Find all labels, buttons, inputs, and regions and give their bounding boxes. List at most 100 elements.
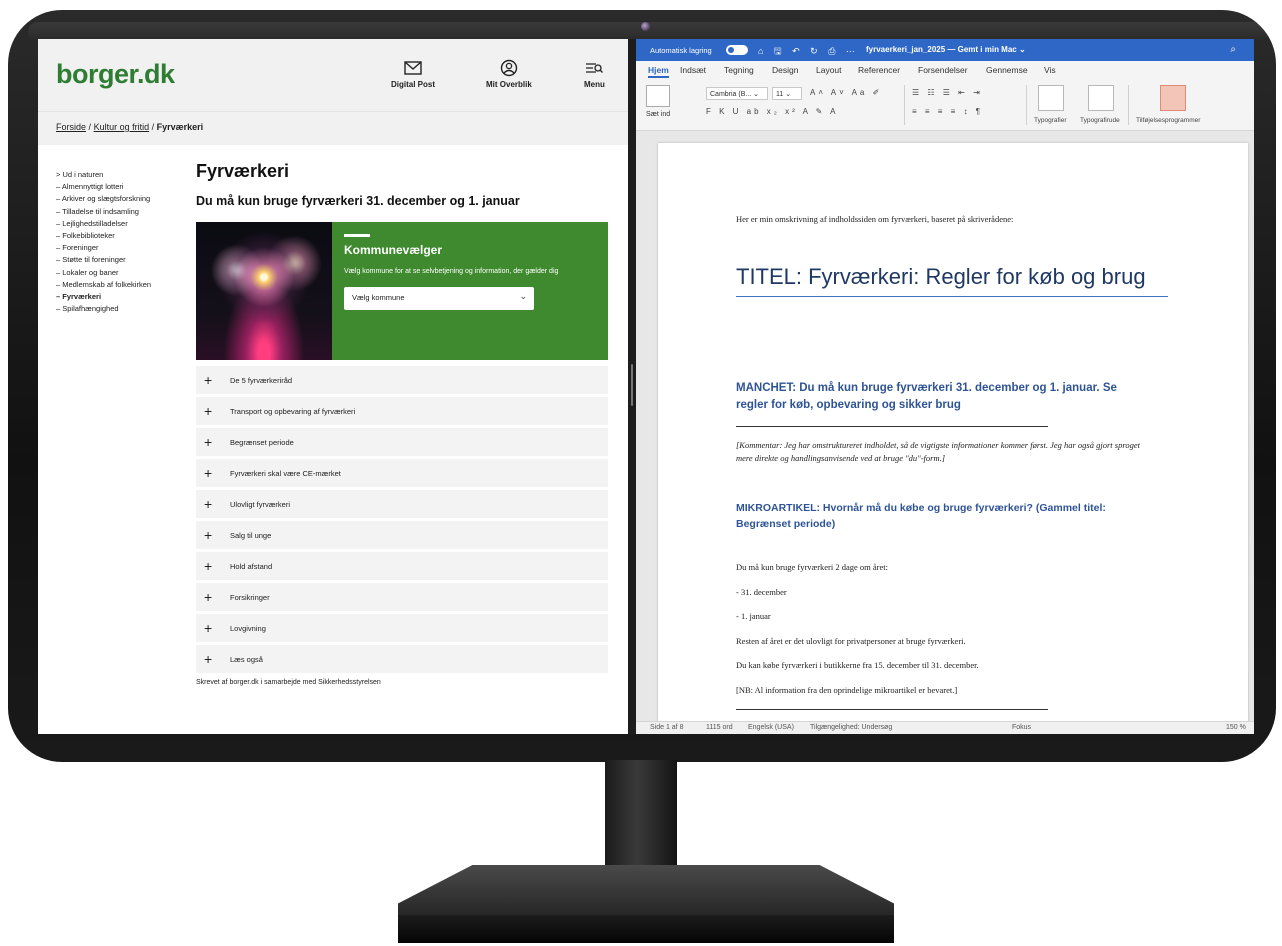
page-count[interactable]: Side 1 af 8 — [650, 724, 683, 731]
accordion-item[interactable]: + Forsikringer — [196, 583, 608, 611]
kommune-selector: Kommunevælger Vælg kommune for at se sel… — [332, 222, 608, 360]
tab-referencer[interactable]: Referencer — [858, 65, 900, 75]
accordion-item-label: Hold afstand — [230, 561, 273, 571]
fireworks-image — [196, 222, 332, 360]
side-nav-item[interactable]: – Spilafhængighed — [56, 303, 186, 315]
accordion-item[interactable]: + Lovgivning — [196, 614, 608, 642]
tab-layout[interactable]: Layout — [816, 65, 842, 75]
autosave-label: Automatisk lagring — [650, 46, 712, 55]
monitor-scene: borger.dk Digital Post Mit Overblik Menu… — [0, 0, 1282, 946]
doc-paragraph: Du må kun bruge fyrværkeri 2 dage om åre… — [736, 562, 889, 572]
quick-access-icons[interactable]: ⌂ 🖫 ↶ ↻ ⎙ ⋯ — [758, 44, 859, 60]
ribbon-separator — [1026, 85, 1027, 125]
breadcrumb-parent-link[interactable]: Kultur og fritid — [94, 122, 150, 132]
accordion: + De 5 fyrværkeriråd + Transport og opbeva… — [196, 366, 608, 673]
tab-indsaet[interactable]: Indsæt — [680, 65, 706, 75]
accordion-item[interactable]: + De 5 fyrværkeriråd — [196, 366, 608, 394]
split-view-divider[interactable] — [628, 39, 636, 734]
clipboard-icon[interactable] — [646, 85, 670, 107]
font-grow-shrink-icons[interactable]: A˄ A˅ Aa ✐ — [810, 88, 882, 97]
align-icons[interactable]: ≡ ≡ ≡ ≡ ↕ ¶ — [912, 107, 983, 116]
accordion-item[interactable]: + Læs også — [196, 645, 608, 673]
side-nav-item-active[interactable]: – Fyrværkeri — [56, 291, 186, 303]
divider-handle[interactable] — [631, 364, 633, 406]
document-canvas[interactable]: Her er min omskrivning af indholdssiden … — [636, 131, 1254, 721]
accessibility-status[interactable]: Tilgængelighed: Undersøg — [810, 724, 892, 731]
side-nav-item[interactable]: > Ud i naturen — [56, 169, 186, 181]
doc-intro: Her er min omskrivning af indholdssiden … — [736, 214, 1014, 224]
accent-bar — [344, 234, 370, 237]
side-navigation: > Ud i naturen – Almennyttigt lotteri – … — [56, 169, 186, 315]
plus-icon: + — [204, 372, 213, 388]
breadcrumb-current: Fyrværkeri — [156, 122, 204, 132]
menu-label: Menu — [584, 80, 605, 89]
tab-hjem[interactable]: Hjem — [648, 65, 669, 78]
tab-forsendelser[interactable]: Forsendelser — [918, 65, 968, 75]
word-window: Automatisk lagring ⌂ 🖫 ↶ ↻ ⎙ ⋯ fyrvaerke… — [636, 39, 1254, 734]
accordion-item[interactable]: + Ulovligt fyrværkeri — [196, 490, 608, 518]
document-title[interactable]: fyrvaerkeri_jan_2025 — Gemt i min Mac ⌄ — [866, 45, 1026, 54]
breadcrumb-separator: / — [88, 122, 92, 132]
focus-button[interactable]: Fokus — [1012, 724, 1031, 731]
tab-gennemse[interactable]: Gennemse — [986, 65, 1028, 75]
doc-paragraph: - 31. december — [736, 586, 787, 597]
accordion-item[interactable]: + Fyrværkeri skal være CE-mærket — [196, 459, 608, 487]
accordion-item[interactable]: + Salg til unge — [196, 521, 608, 549]
font-format-icons[interactable]: F K U ab x₂ x² A ✎ A — [706, 107, 839, 116]
styles-pane-icon[interactable] — [1088, 85, 1114, 111]
side-nav-item[interactable]: – Lejlighedstilladelser — [56, 218, 186, 230]
doc-mikroartikel-heading: MIKROARTIKEL: Hvornår må du købe og brug… — [736, 502, 1106, 530]
styles-icon[interactable] — [1038, 85, 1064, 111]
user-circle-icon — [500, 59, 518, 77]
digital-post-label: Digital Post — [391, 80, 436, 89]
plus-icon: + — [204, 620, 213, 636]
site-logo[interactable]: borger.dk — [56, 59, 175, 90]
document-page[interactable]: Her er min omskrivning af indholdssiden … — [658, 143, 1248, 721]
side-nav-item[interactable]: – Almennyttigt lotteri — [56, 181, 186, 193]
side-nav-item[interactable]: – Lokaler og baner — [56, 267, 186, 279]
kommune-select[interactable]: Vælg kommune ⌄ — [344, 287, 534, 310]
tab-vis[interactable]: Vis — [1044, 65, 1056, 75]
menu-button[interactable]: Menu — [584, 59, 605, 89]
accordion-item-label: Begrænset periode — [230, 437, 294, 447]
word-count[interactable]: 1115 ord — [706, 724, 733, 731]
plus-icon: + — [204, 434, 213, 450]
tab-tegning[interactable]: Tegning — [724, 65, 754, 75]
accordion-item[interactable]: + Transport og opbevaring af fyrværkeri — [196, 397, 608, 425]
side-nav-item[interactable]: – Medlemskab af folkekirken — [56, 279, 186, 291]
monitor-stand-neck — [605, 760, 677, 870]
addins-icon[interactable] — [1160, 85, 1186, 111]
list-icons[interactable]: ☰ ☷ ☰ ⇤ ⇥ — [912, 88, 983, 97]
autosave-toggle[interactable] — [726, 45, 748, 55]
accordion-item[interactable]: + Begrænset periode — [196, 428, 608, 456]
zoom-level[interactable]: 150 % — [1226, 724, 1246, 731]
font-size-select[interactable]: 11 ⌄ — [772, 87, 802, 100]
search-icon[interactable]: ⌕ — [1230, 44, 1236, 55]
styles-pane-label: Typografirude — [1080, 117, 1120, 124]
status-bar: Side 1 af 8 1115 ord Engelsk (USA) Tilgæ… — [636, 721, 1254, 734]
side-nav-item[interactable]: – Foreninger — [56, 242, 186, 254]
language-indicator[interactable]: Engelsk (USA) — [748, 724, 794, 731]
side-nav-item[interactable]: – Støtte til foreninger — [56, 254, 186, 266]
doc-paragraph: Resten af året er det ulovligt for priva… — [736, 635, 966, 646]
breadcrumb-separator: / — [151, 122, 155, 132]
side-nav-item[interactable]: – Tilladelse til indsamling — [56, 206, 186, 218]
plus-icon: + — [204, 651, 213, 667]
accordion-item-label: Læs også — [230, 654, 263, 664]
menu-search-icon — [586, 63, 604, 73]
tab-design[interactable]: Design — [772, 65, 798, 75]
side-nav-item[interactable]: – Folkebiblioteker — [56, 230, 186, 242]
digital-post-button[interactable]: Digital Post — [391, 59, 435, 89]
addins-label: Tilføjelsesprogrammer — [1136, 117, 1201, 124]
plus-icon: + — [204, 589, 213, 605]
accordion-item-label: Ulovligt fyrværkeri — [230, 499, 291, 509]
side-nav-item[interactable]: – Arkiver og slægtsforskning — [56, 193, 186, 205]
font-name-select[interactable]: Cambria (B... ⌄ — [706, 87, 768, 100]
mit-overblik-button[interactable]: Mit Overblik — [486, 59, 532, 89]
accordion-item[interactable]: + Hold afstand — [196, 552, 608, 580]
kommune-title: Kommunevælger — [344, 243, 443, 257]
breadcrumb-home-link[interactable]: Forside — [56, 122, 86, 132]
page-subtitle: Du må kun bruge fyrværkeri 31. december … — [196, 194, 520, 208]
kommune-card: Kommunevælger Vælg kommune for at se sel… — [196, 222, 608, 360]
monitor-stand-edge — [398, 915, 894, 943]
